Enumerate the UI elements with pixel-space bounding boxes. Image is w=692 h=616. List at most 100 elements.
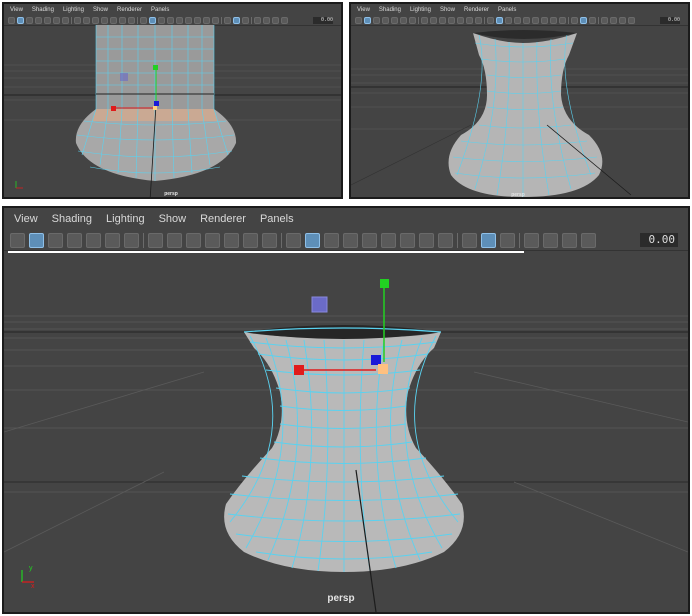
grid-icon[interactable] (148, 232, 163, 248)
wireframe-on-shaded-icon[interactable] (343, 232, 358, 248)
anti-aliasing-icon[interactable] (571, 16, 578, 24)
image-plane-icon[interactable] (44, 16, 51, 24)
exposure-icon[interactable] (281, 16, 288, 24)
safe-title-icon[interactable] (128, 16, 135, 24)
menu-renderer[interactable]: Renderer (464, 7, 489, 13)
backface-icon[interactable] (562, 232, 577, 248)
default-material-icon[interactable] (324, 232, 339, 248)
motion-blur-icon[interactable] (559, 16, 566, 24)
lock-camera-icon[interactable] (373, 16, 380, 24)
menu-view[interactable]: View (10, 7, 23, 13)
scale-handle[interactable] (120, 73, 128, 81)
select-camera-icon[interactable] (29, 232, 44, 248)
manip-center-handle[interactable] (378, 364, 388, 374)
select-camera-icon[interactable] (17, 16, 24, 24)
2d-pan-icon[interactable] (400, 16, 407, 24)
grid-icon[interactable] (74, 16, 81, 24)
grease-pencil-icon[interactable] (124, 232, 139, 248)
time-field[interactable]: 0.00 (640, 233, 678, 247)
camera-icon[interactable] (355, 16, 362, 24)
safe-action-icon[interactable] (466, 16, 473, 24)
menu-view[interactable]: View (14, 213, 38, 225)
2d-pan-icon[interactable] (105, 232, 120, 248)
viewport-canvas[interactable]: persp (4, 25, 343, 199)
wireframe-icon[interactable] (140, 16, 147, 24)
xray-icon[interactable] (601, 16, 608, 24)
grid-icon[interactable] (421, 16, 428, 24)
textured-icon[interactable] (362, 232, 377, 248)
xray-icon[interactable] (254, 16, 261, 24)
menu-panels[interactable]: Panels (151, 7, 169, 13)
lock-camera-icon[interactable] (48, 232, 63, 248)
select-camera-icon[interactable] (364, 16, 371, 24)
depth-of-field-icon[interactable] (233, 16, 240, 24)
xray-joints-icon[interactable] (543, 232, 558, 248)
shadows-icon[interactable] (194, 16, 201, 24)
motion-blur-icon[interactable] (212, 16, 219, 24)
menu-view[interactable]: View (357, 7, 370, 13)
time-field[interactable]: 0.00 (313, 16, 333, 24)
ambient-occlusion-icon[interactable] (203, 16, 210, 24)
shadows-icon[interactable] (541, 16, 548, 24)
depth-of-field-icon[interactable] (481, 232, 496, 248)
menu-panels[interactable]: Panels (260, 213, 294, 225)
use-lights-icon[interactable] (532, 16, 539, 24)
film-gate-icon[interactable] (83, 16, 90, 24)
grease-pencil-icon[interactable] (409, 16, 416, 24)
menu-lighting[interactable]: Lighting (410, 7, 431, 13)
resolution-gate-icon[interactable] (92, 16, 99, 24)
time-field[interactable]: 0.00 (660, 16, 680, 24)
resolution-gate-icon[interactable] (186, 232, 201, 248)
wireframe-icon[interactable] (286, 232, 301, 248)
resolution-gate-icon[interactable] (439, 16, 446, 24)
manip-z-handle[interactable] (154, 101, 159, 106)
bookmark-icon[interactable] (67, 232, 82, 248)
viewport-canvas[interactable]: y x persp (4, 252, 688, 612)
manip-y-handle[interactable] (153, 65, 158, 70)
shadows-icon[interactable] (400, 232, 415, 248)
bookmark-icon[interactable] (382, 16, 389, 24)
menu-shading[interactable]: Shading (52, 213, 92, 225)
gate-mask-icon[interactable] (101, 16, 108, 24)
smooth-shade-icon[interactable] (305, 232, 320, 248)
wireframe-on-shaded-icon[interactable] (167, 16, 174, 24)
exposure-icon[interactable] (581, 232, 596, 248)
textured-icon[interactable] (523, 16, 530, 24)
ambient-occlusion-icon[interactable] (419, 232, 434, 248)
gate-mask-icon[interactable] (448, 16, 455, 24)
menu-shading[interactable]: Shading (32, 7, 54, 13)
exposure-icon[interactable] (628, 16, 635, 24)
viewport-panel-top-right[interactable]: View Shading Lighting Show Renderer Pane… (349, 2, 690, 199)
viewport-panel-main[interactable]: View Shading Lighting Show Renderer Pane… (2, 206, 690, 614)
lock-camera-icon[interactable] (26, 16, 33, 24)
manip-x-handle[interactable] (111, 106, 116, 111)
image-plane-icon[interactable] (391, 16, 398, 24)
menu-show[interactable]: Show (440, 7, 455, 13)
wireframe-icon[interactable] (487, 16, 494, 24)
menu-show[interactable]: Show (159, 213, 187, 225)
anti-aliasing-icon[interactable] (224, 16, 231, 24)
scale-handle[interactable] (311, 296, 328, 313)
safe-action-icon[interactable] (243, 232, 258, 248)
menu-renderer[interactable]: Renderer (200, 213, 246, 225)
anti-aliasing-icon[interactable] (462, 232, 477, 248)
2d-pan-icon[interactable] (53, 16, 60, 24)
menu-lighting[interactable]: Lighting (63, 7, 84, 13)
field-chart-icon[interactable] (224, 232, 239, 248)
bookmark-icon[interactable] (35, 16, 42, 24)
xray-icon[interactable] (524, 232, 539, 248)
safe-title-icon[interactable] (262, 232, 277, 248)
grease-pencil-icon[interactable] (62, 16, 69, 24)
field-chart-icon[interactable] (457, 16, 464, 24)
ambient-occlusion-icon[interactable] (550, 16, 557, 24)
image-plane-icon[interactable] (86, 232, 101, 248)
smooth-shade-icon[interactable] (496, 16, 503, 24)
xray-joints-icon[interactable] (610, 16, 617, 24)
field-chart-icon[interactable] (110, 16, 117, 24)
safe-title-icon[interactable] (475, 16, 482, 24)
safe-action-icon[interactable] (119, 16, 126, 24)
xray-joints-icon[interactable] (263, 16, 270, 24)
default-material-icon[interactable] (158, 16, 165, 24)
manip-x-handle[interactable] (294, 365, 304, 375)
film-gate-icon[interactable] (430, 16, 437, 24)
